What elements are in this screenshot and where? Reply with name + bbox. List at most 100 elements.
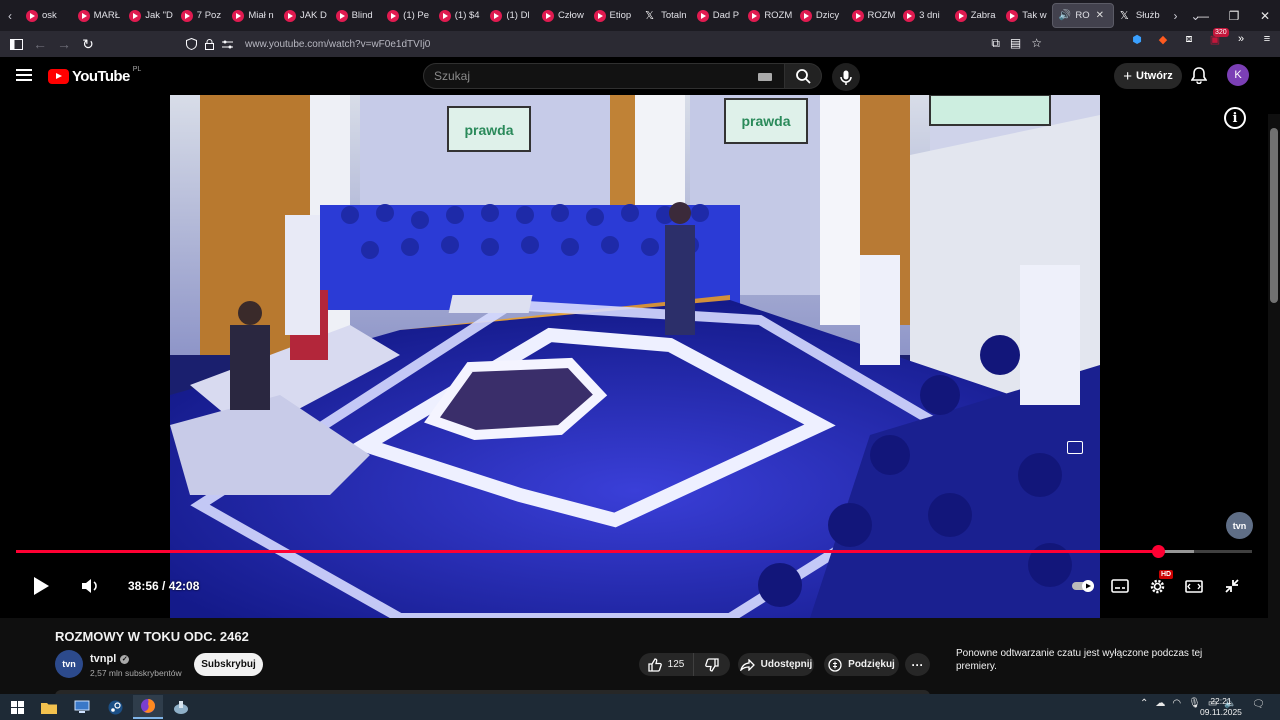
tab-14[interactable]: ROZM xyxy=(742,0,794,31)
tab-7[interactable]: (1) Pe xyxy=(381,0,433,31)
dislike-button[interactable] xyxy=(694,653,730,676)
tab-1[interactable]: MARŁ xyxy=(72,0,124,31)
onedrive-icon[interactable]: ☁ xyxy=(1155,698,1165,709)
start-button[interactable] xyxy=(2,695,32,719)
progress-bar[interactable] xyxy=(16,545,1252,558)
exit-fullscreen-button[interactable] xyxy=(1220,575,1244,597)
microphone-tray-icon[interactable]: 🎙 xyxy=(1188,698,1201,709)
account-avatar[interactable]: K xyxy=(1227,64,1249,86)
extensions-puzzle-icon[interactable]: ⧈ xyxy=(1182,32,1196,46)
voice-search-button[interactable] xyxy=(832,63,860,91)
search-input[interactable]: Szukaj xyxy=(423,63,785,89)
info-icon[interactable]: i xyxy=(1224,107,1246,129)
picture-in-picture-icon[interactable]: ⧉ xyxy=(991,36,1000,51)
taskbar-app-monitor[interactable] xyxy=(67,695,97,719)
permissions-icon[interactable] xyxy=(222,40,233,49)
volume-button[interactable] xyxy=(80,575,102,597)
play-button[interactable] xyxy=(30,575,52,597)
subtitles-button[interactable] xyxy=(1108,575,1132,597)
share-button[interactable]: Udostępnij xyxy=(738,653,814,676)
video-title: ROZMOWY W TOKU ODC. 2462 xyxy=(55,629,249,644)
channel-name-row[interactable]: tvnpl ✓ xyxy=(90,653,130,665)
guide-menu-icon[interactable] xyxy=(16,69,32,81)
tab-17[interactable]: 3 dni xyxy=(897,0,949,31)
video-frame[interactable]: prawda prawda xyxy=(170,95,1100,618)
youtube-icon xyxy=(799,9,812,22)
create-button[interactable]: + Utwórz xyxy=(1114,63,1182,89)
tab-12[interactable]: Totaln xyxy=(639,0,691,31)
taskbar-app-tools[interactable] xyxy=(166,695,196,719)
taskbar-file-explorer[interactable] xyxy=(34,695,64,719)
tab-list: osk MARŁ Jak "D 7 Poz Miał n JAK D Blind (1) Pe… xyxy=(20,0,1052,31)
tab-label: MARŁ xyxy=(93,10,120,21)
tab-close-icon[interactable]: ✕ xyxy=(1096,10,1104,21)
keyboard-icon[interactable] xyxy=(758,73,772,81)
url-text[interactable]: www.youtube.com/watch?v=wF0e1dTVIj0 xyxy=(245,39,430,50)
tab-9[interactable]: (1) Dl xyxy=(484,0,536,31)
tab-13[interactable]: Dad P xyxy=(691,0,743,31)
thanks-button[interactable]: Podziękuj xyxy=(824,653,899,676)
clock-time: 22:21 xyxy=(1210,696,1232,706)
tabs-scroll-left-icon[interactable]: ‹ xyxy=(0,0,20,31)
firefox-icon xyxy=(141,699,155,713)
youtube-logo[interactable]: YouTube PL xyxy=(48,66,141,85)
tab-16[interactable]: ROZM xyxy=(846,0,898,31)
tab-0[interactable]: osk xyxy=(20,0,72,31)
tabs-scroll-right-icon[interactable]: › xyxy=(1165,0,1185,31)
notifications-button[interactable] xyxy=(1190,67,1208,89)
taskbar-firefox[interactable] xyxy=(133,695,163,719)
tab-18[interactable]: Zabra xyxy=(949,0,1001,31)
more-actions-icon[interactable]: ··· xyxy=(905,653,930,676)
tab-8[interactable]: (1) $4 xyxy=(433,0,485,31)
tab-2[interactable]: Jak "D xyxy=(123,0,175,31)
taskbar-clock[interactable]: 22:21 09.11.2025 xyxy=(1200,696,1242,718)
fox-extension-icon[interactable]: ◆ xyxy=(1156,32,1170,46)
taskbar-steam[interactable] xyxy=(100,695,130,719)
tab-3[interactable]: 7 Poz xyxy=(175,0,227,31)
youtube-icon xyxy=(903,9,916,22)
app-menu-icon[interactable]: ≡ xyxy=(1260,32,1274,46)
reader-view-icon[interactable]: ▤ xyxy=(1010,36,1021,51)
tab-10[interactable]: Człow xyxy=(536,0,588,31)
tab-label: osk xyxy=(42,10,57,21)
channel-name[interactable]: tvnpl xyxy=(90,653,116,665)
url-bar[interactable]: www.youtube.com/watch?v=wF0e1dTVIj0 ⧉ ▤ … xyxy=(180,34,1050,54)
lock-icon[interactable] xyxy=(205,38,214,50)
speaker-icon[interactable]: 🔊 xyxy=(1059,10,1071,21)
tab-label: Totaln xyxy=(661,10,687,21)
tab-active[interactable]: 🔊 RO ✕ xyxy=(1051,3,1114,28)
restore-icon[interactable]: ❐ xyxy=(1217,0,1251,31)
progress-scrubber[interactable] xyxy=(1152,545,1166,558)
reload-icon[interactable]: ↻ xyxy=(76,32,100,56)
tray-overflow-icon[interactable]: ⌃ xyxy=(1140,698,1148,709)
shield-icon[interactable] xyxy=(186,38,197,50)
thanks-label: Podziękuj xyxy=(848,659,895,670)
tab-4[interactable]: Miał n xyxy=(226,0,278,31)
page-scrollbar-thumb[interactable] xyxy=(1270,128,1278,303)
wifi-icon[interactable]: ◠ xyxy=(1172,698,1181,709)
search-button[interactable] xyxy=(785,63,822,89)
overflow-chevron-icon[interactable]: » xyxy=(1234,32,1248,46)
page-scrollbar[interactable] xyxy=(1268,114,1280,694)
bookmark-star-icon[interactable]: ☆ xyxy=(1031,36,1042,51)
like-button[interactable]: 125 xyxy=(639,653,694,676)
tab-6[interactable]: Blind xyxy=(330,0,382,31)
minimize-icon[interactable]: — xyxy=(1186,0,1220,31)
vpn-extension-icon[interactable]: ⬢ xyxy=(1130,32,1144,46)
theater-mode-button[interactable] xyxy=(1182,575,1206,597)
channel-avatar[interactable]: tvn xyxy=(55,650,83,678)
autoplay-toggle[interactable] xyxy=(1072,575,1096,597)
tab-11[interactable]: Etiop xyxy=(588,0,640,31)
tab-15[interactable]: Dzicy xyxy=(794,0,846,31)
notification-center[interactable]: 🗨 xyxy=(1252,699,1265,710)
subscribe-button[interactable]: Subskrybuj xyxy=(194,653,263,676)
adblock-extension-icon[interactable]: ▣ 320 xyxy=(1208,28,1229,46)
close-window-icon[interactable]: ✕ xyxy=(1248,0,1280,31)
tab-5[interactable]: JAK D xyxy=(278,0,330,31)
sidebar-toggle-icon[interactable] xyxy=(4,32,28,56)
forward-icon[interactable]: → xyxy=(52,32,76,56)
tab-19[interactable]: Tak w xyxy=(1000,0,1052,31)
channel-watermark[interactable]: tvn xyxy=(1226,512,1253,539)
tab-last[interactable]: Służb xyxy=(1114,0,1166,31)
back-icon[interactable]: ← xyxy=(28,32,52,56)
